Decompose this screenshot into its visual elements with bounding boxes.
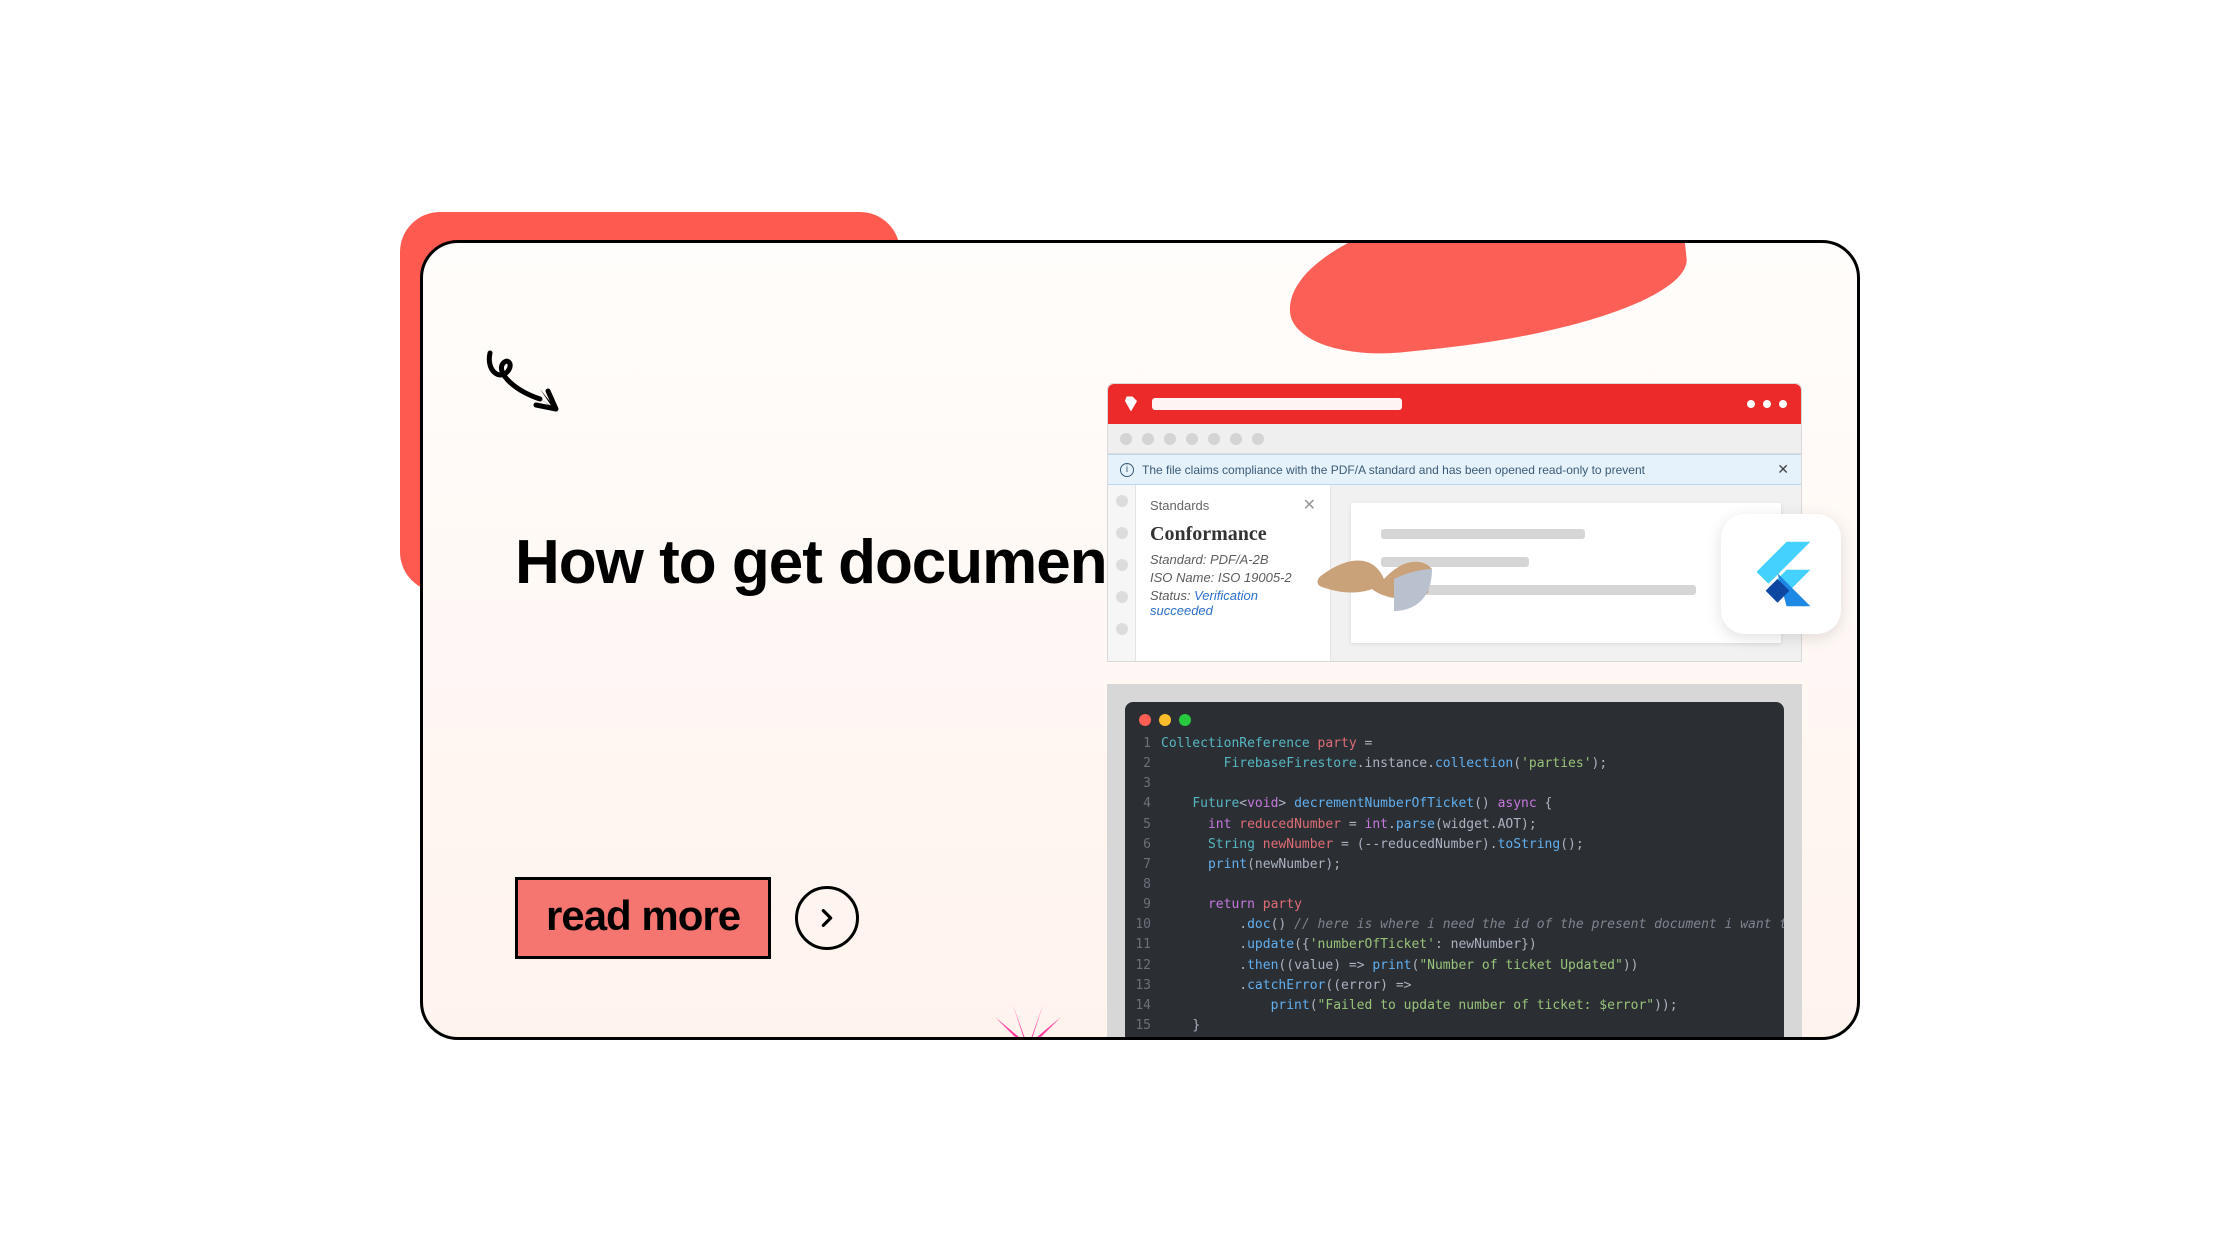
main-card: How to get document id in firestore flut… — [420, 240, 1860, 1040]
code-gutter: 123456789101112131415 — [1125, 734, 1161, 1036]
code-content: CollectionReference party = FirebaseFire… — [1161, 734, 1784, 1036]
cta-row: read more — [515, 877, 859, 959]
panel-close-icon[interactable]: ✕ — [1303, 495, 1316, 515]
pdf-viewer-mock: i The file claims compliance with the PD… — [1107, 383, 1802, 662]
iso-row: ISO Name: ISO 19005-2 — [1150, 570, 1316, 585]
traffic-lights-icon — [1125, 702, 1784, 734]
pink-burst-icon — [983, 987, 1073, 1040]
banner-close-icon[interactable]: ✕ — [1777, 461, 1789, 478]
pdf-side-rail — [1108, 485, 1136, 661]
window-dots-icon — [1747, 400, 1787, 408]
conformance-heading: Conformance — [1150, 523, 1316, 546]
pdf-body: Standards ✕ Conformance Standard: PDF/A-… — [1108, 485, 1801, 661]
pdf-titlebar — [1108, 384, 1801, 424]
read-more-button[interactable]: read more — [515, 877, 771, 959]
info-icon: i — [1120, 463, 1134, 477]
standard-row: Standard: PDF/A-2B — [1150, 552, 1316, 567]
flutter-logo-tile — [1721, 514, 1841, 634]
panel-title: Standards — [1150, 498, 1209, 513]
status-row: Status: Verification succeeded — [1150, 588, 1316, 618]
code-editor: 123456789101112131415 CollectionReferenc… — [1125, 702, 1784, 1040]
curly-arrow-icon — [478, 343, 568, 423]
pdf-app-icon — [1122, 395, 1140, 413]
code-wrap: 123456789101112131415 CollectionReferenc… — [1107, 684, 1802, 1040]
illustration-composite: i The file claims compliance with the PD… — [1107, 383, 1802, 1040]
next-arrow-button[interactable] — [795, 886, 859, 950]
pdf-info-banner: i The file claims compliance with the PD… — [1108, 454, 1801, 485]
chevron-right-icon — [816, 907, 838, 929]
flutter-logo-icon — [1746, 539, 1816, 609]
red-blob-decoration — [1281, 240, 1693, 364]
blog-card: How to get document id in firestore flut… — [380, 220, 1860, 1040]
pdf-banner-text: The file claims compliance with the PDF/… — [1142, 463, 1645, 477]
pdf-standards-panel: Standards ✕ Conformance Standard: PDF/A-… — [1136, 485, 1331, 661]
pdf-toolbar — [1108, 424, 1801, 454]
pointing-hand-icon — [1314, 549, 1434, 619]
pdf-title-placeholder — [1152, 398, 1402, 410]
